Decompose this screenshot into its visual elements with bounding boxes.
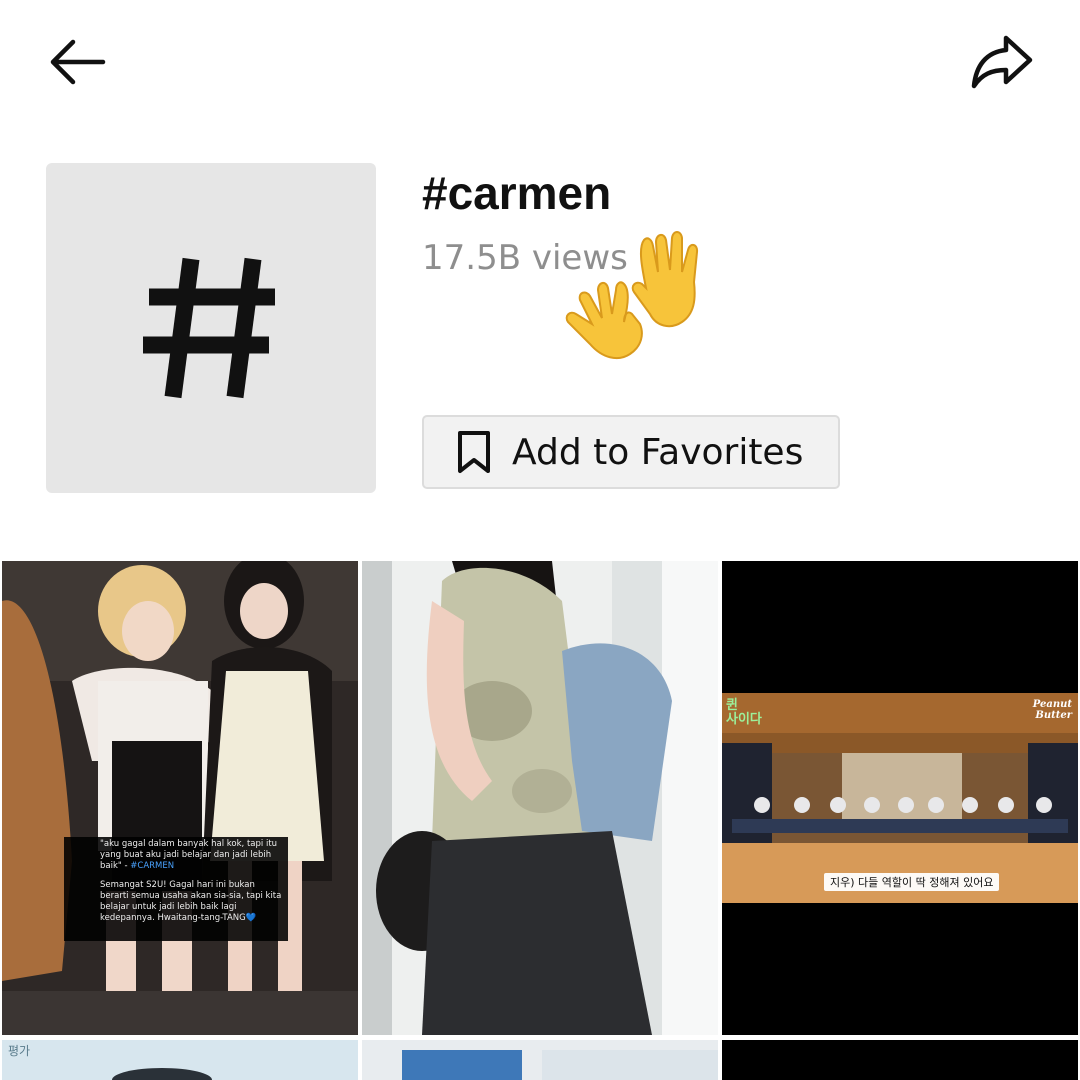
- thumbnail-corner-text: 평가: [8, 1044, 31, 1058]
- top-bar: [0, 0, 1080, 120]
- thumbnail-image-4: [2, 1040, 358, 1080]
- show-logo-line-2: 사이다: [726, 712, 762, 727]
- add-to-favorites-label: Add to Favorites: [512, 431, 804, 473]
- video-grid: "aku gagal dalam banyak hal kok, tapi it…: [0, 560, 1080, 1080]
- caption-hashtag: #CARMEN: [130, 861, 175, 871]
- bookmark-icon: [456, 430, 492, 474]
- thumbnail-image-3: [722, 693, 1078, 903]
- video-thumbnail-2[interactable]: [362, 561, 718, 1035]
- video-thumbnail-6[interactable]: [722, 1040, 1078, 1080]
- add-to-favorites-button[interactable]: Add to Favorites: [422, 415, 840, 489]
- hashtag-title: #carmen: [422, 167, 612, 219]
- show-logo-right-line-1: Peanut: [1032, 699, 1072, 710]
- raised-hands-emoji-icon: [565, 231, 699, 360]
- caption-quote: "aku gagal dalam banyak hal kok, tapi it…: [100, 839, 278, 871]
- thumbnail-image-1: [2, 561, 358, 1035]
- video-scene: 퀸 사이다 Peanut Butter 지우) 다들 역할이 딱 정해져 있어요: [722, 693, 1078, 903]
- share-arrow-icon: [971, 35, 1033, 89]
- show-logo-line-1: 퀸: [726, 698, 738, 713]
- caption-message: Semangat S2U! Gagal hari ini bukan berar…: [100, 880, 282, 923]
- show-logo-right: Peanut Butter: [1033, 699, 1072, 721]
- video-thumbnail-5[interactable]: [362, 1040, 718, 1080]
- show-logo-right-line-2: Butter: [1035, 710, 1072, 721]
- show-logo-left: 퀸 사이다: [726, 699, 762, 727]
- video-caption-overlay: "aku gagal dalam banyak hal kok, tapi it…: [64, 837, 288, 941]
- thumbnail-image-5: [362, 1040, 718, 1080]
- video-thumbnail-1[interactable]: "aku gagal dalam banyak hal kok, tapi it…: [2, 561, 358, 1035]
- video-thumbnail-3[interactable]: 퀸 사이다 Peanut Butter 지우) 다들 역할이 딱 정해져 있어요: [722, 561, 1078, 1035]
- back-button[interactable]: [40, 26, 112, 98]
- thumbnail-image-2: [362, 561, 718, 1035]
- video-subtitle: 지우) 다들 역할이 딱 정해져 있어요: [824, 873, 1000, 891]
- hashtag-icon: [143, 257, 275, 399]
- video-thumbnail-4[interactable]: 평가: [2, 1040, 358, 1080]
- share-button[interactable]: [966, 26, 1038, 98]
- hashtag-thumbnail: [46, 163, 376, 493]
- back-arrow-icon: [50, 39, 106, 85]
